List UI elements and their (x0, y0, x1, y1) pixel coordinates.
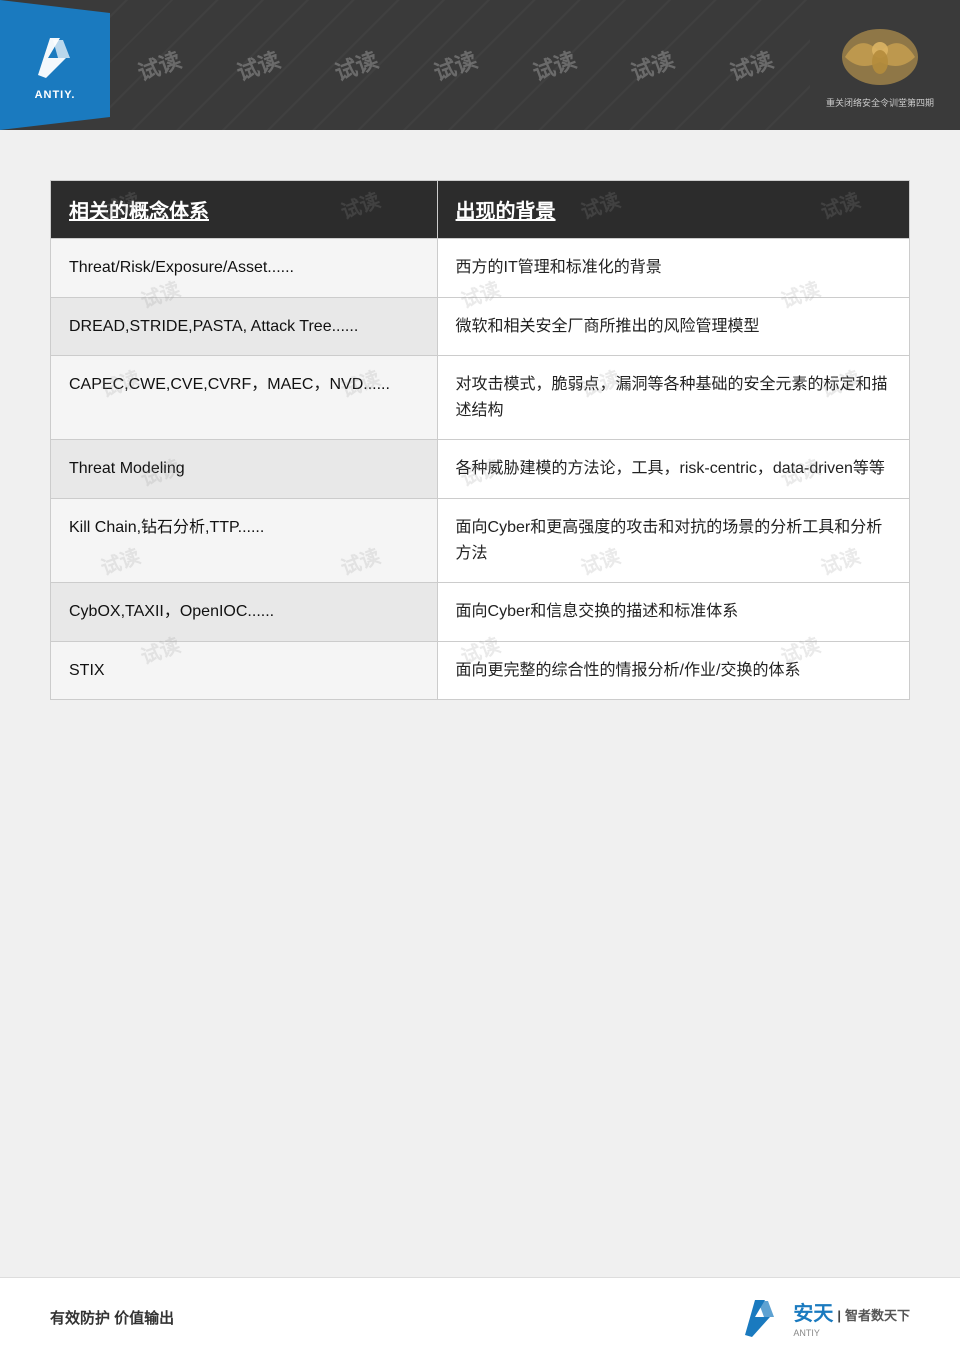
table-row: Threat/Risk/Exposure/Asset......西方的IT管理和… (51, 239, 910, 298)
table-row: DREAD,STRIDE,PASTA, Attack Tree......微软和… (51, 297, 910, 356)
table-row: CAPEC,CWE,CVE,CVRF，MAEC，NVD......对攻击模式，脆… (51, 356, 910, 440)
table-cell-left: CAPEC,CWE,CVE,CVRF，MAEC，NVD...... (51, 356, 438, 440)
wm-7: 试读 (724, 42, 776, 87)
table-cell-left: Kill Chain,钻石分析,TTP...... (51, 498, 438, 582)
footer-logo-icon (740, 1295, 785, 1340)
table-cell-left: DREAD,STRIDE,PASTA, Attack Tree...... (51, 297, 438, 356)
wm-3: 试读 (330, 42, 382, 87)
header: ANTIY. 试读 试读 试读 试读 试读 试读 试读 重关闭络安全令训堂第四期 (0, 0, 960, 130)
table-cell-right: 微软和相关安全厂商所推出的风险管理模型 (437, 297, 909, 356)
table-row: Threat Modeling各种威胁建模的方法论，工具，risk-centri… (51, 440, 910, 499)
logo-text: ANTIY. (35, 89, 76, 101)
footer-slogan: 智者数天下 (845, 1305, 910, 1324)
wm-6: 试读 (626, 42, 678, 87)
main-content: 相关的概念体系 出现的背景 Threat/Risk/Exposure/Asset… (0, 130, 960, 720)
col1-header: 相关的概念体系 (51, 181, 438, 239)
footer-brand: 安天 (793, 1297, 833, 1326)
concept-table: 相关的概念体系 出现的背景 Threat/Risk/Exposure/Asset… (50, 180, 910, 700)
footer-tagline: 有效防护 价值输出 (50, 1307, 174, 1328)
right-logo-graphic (835, 22, 925, 92)
footer-logo: 安天 | 智者数天下 ANTIY (740, 1295, 910, 1340)
table-row: Kill Chain,钻石分析,TTP......面向Cyber和更高强度的攻击… (51, 498, 910, 582)
table-cell-left: CybOX,TAXII，OpenIOC...... (51, 583, 438, 642)
table-cell-left: Threat Modeling (51, 440, 438, 499)
footer-logo-text-group: 安天 | 智者数天下 ANTIY (793, 1297, 910, 1338)
header-watermark-area: 试读 试读 试读 试读 试读 试读 试读 (110, 0, 800, 130)
wm-1: 试读 (133, 42, 185, 87)
table-row: CybOX,TAXII，OpenIOC......面向Cyber和信息交换的描述… (51, 583, 910, 642)
table-cell-right: 西方的IT管理和标准化的背景 (437, 239, 909, 298)
table-cell-right: 各种威胁建模的方法论，工具，risk-centric，data-driven等等 (437, 440, 909, 499)
table-cell-right: 面向更完整的综合性的情报分析/作业/交换的体系 (437, 641, 909, 700)
footer-sub: ANTIY (793, 1328, 910, 1338)
table-cell-right: 对攻击模式，脆弱点，漏洞等各种基础的安全元素的标定和描述结构 (437, 356, 909, 440)
wm-4: 试读 (429, 42, 481, 87)
table-row: STIX面向更完整的综合性的情报分析/作业/交换的体系 (51, 641, 910, 700)
wm-2: 试读 (232, 42, 284, 87)
table-cell-right: 面向Cyber和更高强度的攻击和对抗的场景的分析工具和分析方法 (437, 498, 909, 582)
table-cell-left: STIX (51, 641, 438, 700)
table-cell-right: 面向Cyber和信息交换的描述和标准体系 (437, 583, 909, 642)
antiy-logo-icon (28, 30, 83, 85)
right-logo-subtitle: 重关闭络安全令训堂第四期 (826, 96, 934, 109)
footer: 有效防护 价值输出 安天 | 智者数天下 ANTIY (0, 1277, 960, 1357)
col2-header: 出现的背景 (437, 181, 909, 239)
footer-brand-slogan: | (837, 1308, 841, 1323)
wm-5: 试读 (527, 42, 579, 87)
table-cell-left: Threat/Risk/Exposure/Asset...... (51, 239, 438, 298)
logo-area: ANTIY. (0, 0, 110, 130)
header-right-logo: 重关闭络安全令训堂第四期 (810, 10, 950, 120)
